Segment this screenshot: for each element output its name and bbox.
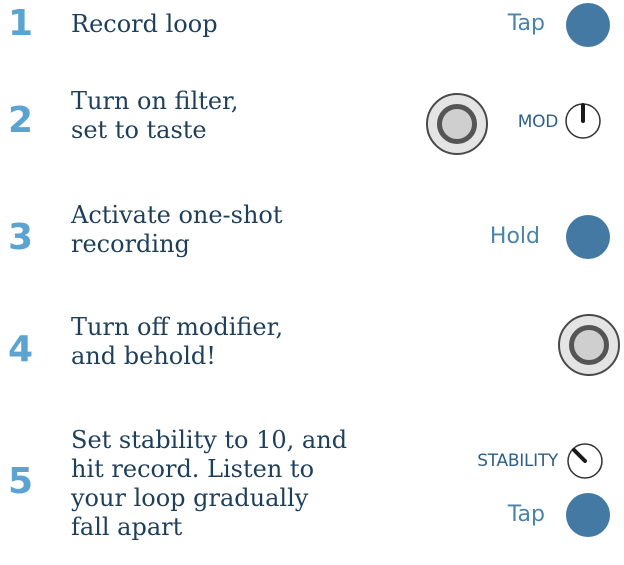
step-instruction: Record loop — [71, 10, 218, 38]
tap-button[interactable] — [566, 493, 610, 537]
step-instruction: Turn off modifier, and behold! — [71, 313, 284, 370]
step-number: 2 — [8, 100, 34, 141]
stability-label: STABILITY — [477, 451, 558, 471]
hold-label: Hold — [489, 224, 540, 249]
mod-label: MOD — [517, 112, 559, 132]
hold-button[interactable] — [566, 215, 610, 259]
step-number: 5 — [8, 461, 34, 502]
step-instruction: Set stability to 10, and hit record. Lis… — [71, 426, 348, 541]
mod-knob-icon[interactable] — [564, 102, 602, 140]
step-instruction: Turn on filter, set to taste — [71, 87, 239, 144]
stability-knob-icon[interactable] — [566, 442, 604, 480]
modifier-button[interactable] — [426, 93, 488, 155]
modifier-button[interactable] — [558, 314, 620, 376]
tap-label: Tap — [507, 502, 545, 527]
step-number: 3 — [8, 217, 34, 258]
step-number: 1 — [8, 3, 34, 44]
tap-button[interactable] — [566, 3, 610, 47]
step-instruction: Activate one-shot recording — [71, 201, 283, 258]
step-number: 4 — [8, 329, 34, 370]
tap-label: Tap — [507, 11, 545, 36]
